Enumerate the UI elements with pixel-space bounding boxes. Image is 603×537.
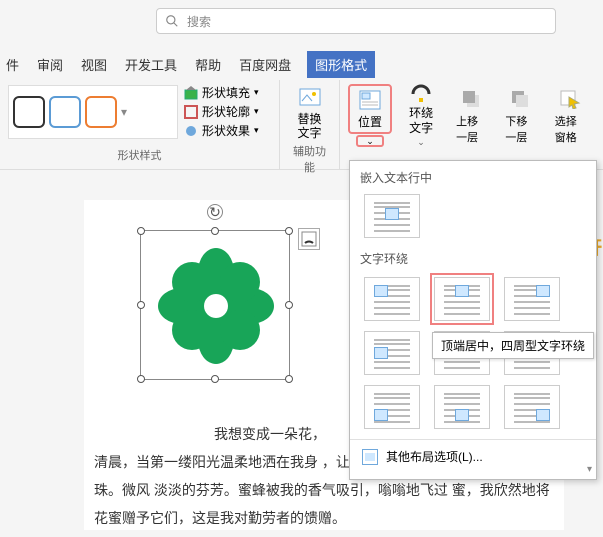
- scroll-indicator-icon: ▾: [587, 464, 592, 475]
- tab-review[interactable]: 审阅: [35, 51, 65, 78]
- bring-forward-button[interactable]: 上移一层: [450, 84, 493, 148]
- pos-bot-center[interactable]: [434, 385, 490, 429]
- pos-top-left[interactable]: [364, 277, 420, 321]
- flower-shape: [141, 231, 291, 381]
- ribbon: ▾ 形状填充 ▾ 形状轮廓 ▾ 形状效果 ▾ 形状样式: [0, 80, 603, 170]
- style-preset-1[interactable]: [13, 96, 45, 128]
- style-preset-3[interactable]: [85, 96, 117, 128]
- send-backward-icon: [507, 87, 535, 111]
- wrap-text-button[interactable]: 环绕文字 ⌄: [398, 84, 444, 148]
- position-dropdown: 嵌入文本行中 文字环绕 其他布局选项(L)... ▾: [349, 160, 597, 480]
- pos-top-right[interactable]: [504, 277, 560, 321]
- bring-forward-icon: [458, 87, 486, 111]
- shape-style-gallery[interactable]: ▾: [8, 85, 178, 139]
- resize-handle-r[interactable]: [285, 301, 293, 309]
- wrap-icon: [407, 84, 435, 104]
- selection-outline: [140, 230, 290, 380]
- dd-section-inline: 嵌入文本行中: [350, 161, 596, 190]
- resize-handle-tl[interactable]: [137, 227, 145, 235]
- dd-section-wrap: 文字环绕: [350, 242, 596, 271]
- position-dropdown-toggle[interactable]: ⌄: [356, 135, 384, 147]
- group-arrange: 位置 ⌄ 环绕文字 ⌄ 上移一层 下移一层 选择窗格: [340, 80, 600, 169]
- ribbon-tabs: 件 审阅 视图 开发工具 帮助 百度网盘 图形格式: [0, 50, 603, 78]
- pos-mid-left[interactable]: [364, 331, 420, 375]
- alt-text-button[interactable]: 替换文字: [288, 84, 331, 143]
- tab-shape-format[interactable]: 图形格式: [307, 51, 375, 78]
- pos-bot-right[interactable]: [504, 385, 560, 429]
- style-preset-2[interactable]: [49, 96, 81, 128]
- group-label-accessibility: 辅助功能: [288, 143, 331, 177]
- layout-options-footer-icon: [362, 449, 378, 465]
- rotate-handle[interactable]: ↻: [207, 204, 223, 220]
- pos-inline[interactable]: [364, 194, 420, 238]
- position-tooltip: 顶端居中，四周型文字环绕: [432, 332, 594, 359]
- effects-icon: [184, 124, 198, 138]
- group-shape-styles: ▾ 形状填充 ▾ 形状轮廓 ▾ 形状效果 ▾ 形状样式: [0, 80, 280, 169]
- pos-top-center[interactable]: [434, 277, 490, 321]
- tab-developer[interactable]: 开发工具: [123, 51, 179, 78]
- resize-handle-bl[interactable]: [137, 375, 145, 383]
- outline-icon: [184, 105, 198, 119]
- selection-pane-icon: [556, 87, 584, 111]
- resize-handle-b[interactable]: [211, 375, 219, 383]
- tab-view[interactable]: 视图: [79, 51, 109, 78]
- pos-bot-left[interactable]: [364, 385, 420, 429]
- tab-jian[interactable]: 件: [4, 51, 21, 78]
- more-layout-options[interactable]: 其他布局选项(L)...: [350, 439, 596, 473]
- resize-handle-t[interactable]: [211, 227, 219, 235]
- position-icon: [356, 88, 384, 111]
- resize-handle-br[interactable]: [285, 375, 293, 383]
- search-box[interactable]: 搜索: [156, 8, 556, 34]
- position-button[interactable]: 位置: [348, 84, 392, 134]
- search-placeholder: 搜索: [187, 13, 211, 30]
- resize-handle-tr[interactable]: [285, 227, 293, 235]
- shape-effects-button[interactable]: 形状效果 ▾: [184, 122, 259, 139]
- shape-outline-button[interactable]: 形状轮廓 ▾: [184, 103, 259, 120]
- layout-options-icon[interactable]: [298, 228, 320, 250]
- gallery-more-icon[interactable]: ▾: [121, 105, 127, 119]
- shape-fill-button[interactable]: 形状填充 ▾: [184, 84, 259, 101]
- selection-pane-button[interactable]: 选择窗格: [549, 84, 592, 148]
- fill-icon: [184, 86, 198, 100]
- search-icon: [165, 14, 179, 28]
- selected-shape[interactable]: ↻: [140, 230, 290, 380]
- group-label-styles: 形状样式: [8, 147, 271, 165]
- tab-baidu[interactable]: 百度网盘: [237, 51, 293, 78]
- alt-text-icon: [296, 86, 324, 110]
- resize-handle-l[interactable]: [137, 301, 145, 309]
- tab-help[interactable]: 帮助: [193, 51, 223, 78]
- send-backward-button[interactable]: 下移一层: [499, 84, 542, 148]
- group-accessibility: 替换文字 辅助功能: [280, 80, 340, 169]
